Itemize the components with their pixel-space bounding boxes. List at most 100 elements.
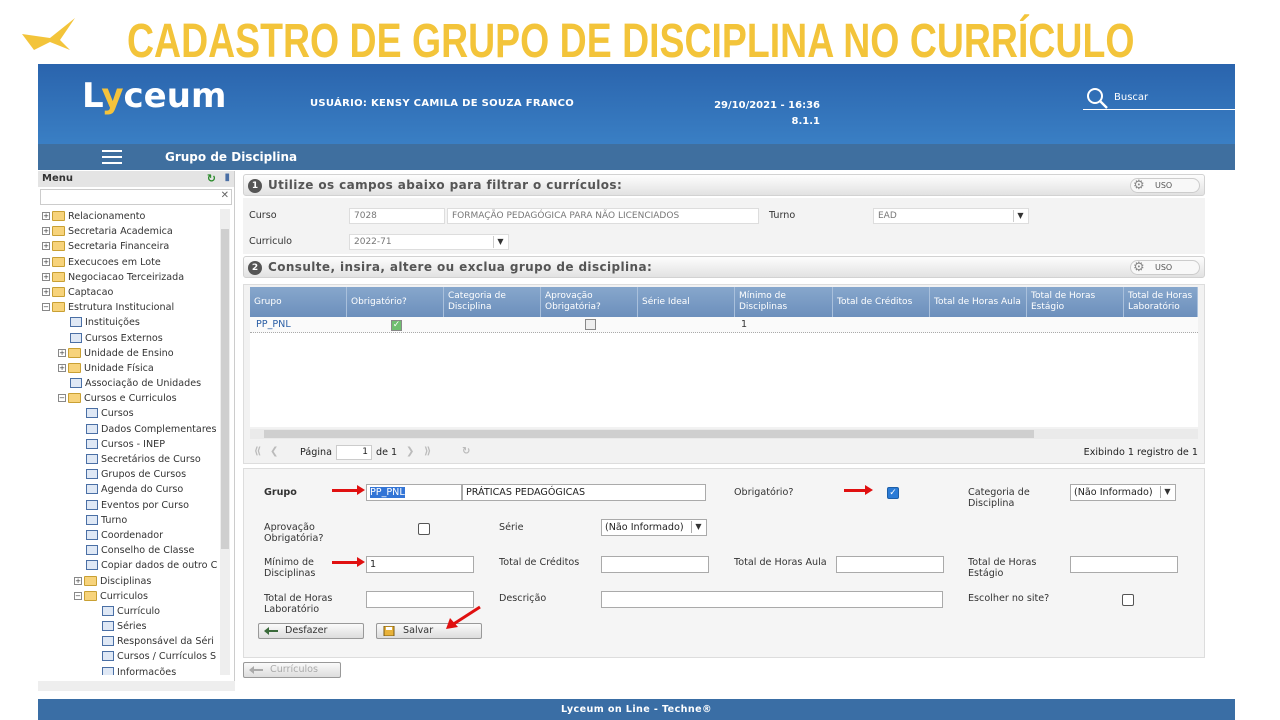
serie-select[interactable]: (Não Informado) ▼ xyxy=(601,519,707,536)
page-icon xyxy=(86,514,98,525)
first-page-icon[interactable]: ⟪ xyxy=(254,446,261,457)
sidebar-item[interactable]: Secretários de Curso xyxy=(38,452,223,467)
collapse-icon[interactable]: − xyxy=(74,591,82,600)
refresh-icon[interactable]: ↻ xyxy=(207,172,216,185)
column-header[interactable]: Obrigatório? xyxy=(347,287,444,317)
sidebar-item[interactable]: + Unidade Física xyxy=(38,361,223,376)
obrigatorio-checkbox[interactable]: ✓ xyxy=(887,487,899,499)
sidebar-item[interactable]: + Unidade de Ensino xyxy=(38,346,223,361)
expand-icon[interactable]: + xyxy=(42,242,50,251)
expand-icon[interactable]: + xyxy=(42,212,50,220)
save-icon xyxy=(383,626,395,636)
sidebar-item[interactable]: − Cursos e Curriculos xyxy=(38,391,223,406)
page-input[interactable]: 1 xyxy=(336,445,372,460)
sidebar-item[interactable]: + Captacao xyxy=(38,285,223,300)
grupo-name-input[interactable]: PRÁTICAS PEDAGÓGICAS xyxy=(462,484,706,501)
prev-page-icon[interactable]: ❮ xyxy=(270,446,278,457)
sidebar-item[interactable]: + Disciplinas xyxy=(38,574,223,589)
sidebar-hscrollbar[interactable] xyxy=(38,681,235,691)
expand-icon[interactable]: + xyxy=(42,257,50,266)
column-header[interactable]: Total de Horas Estágio xyxy=(1027,287,1124,317)
sidebar-item[interactable]: Cursos xyxy=(38,406,223,421)
sidebar-item[interactable]: Dados Complementares xyxy=(38,422,223,437)
categoria-select[interactable]: (Não Informado) ▼ xyxy=(1070,484,1176,501)
collapse-icon[interactable]: − xyxy=(42,303,50,312)
turno-select[interactable]: EAD ▼ xyxy=(873,208,1029,224)
sidebar-item[interactable]: − Curriculos xyxy=(38,589,223,604)
column-header[interactable]: Grupo xyxy=(250,287,347,317)
search-label: Buscar xyxy=(1114,92,1149,103)
expand-icon[interactable]: + xyxy=(42,287,50,296)
hamburger-menu-icon[interactable] xyxy=(102,150,122,164)
column-header[interactable]: Aprovação Obrigatória? xyxy=(541,287,638,317)
descricao-input[interactable] xyxy=(601,591,943,608)
search-box[interactable]: Buscar xyxy=(1083,86,1235,110)
collapse-icon[interactable]: − xyxy=(58,394,66,403)
sidebar-item[interactable]: + Execucoes em Lote xyxy=(38,255,223,270)
curriculos-back-button[interactable]: Currículos xyxy=(243,662,341,678)
sidebar-item[interactable]: Associação de Unidades xyxy=(38,376,223,391)
column-header[interactable]: Mínimo de Disciplinas xyxy=(735,287,833,317)
column-header[interactable]: Total de Créditos xyxy=(833,287,930,317)
grupo-code-input[interactable]: PP_PNL xyxy=(366,484,462,501)
sidebar-item[interactable]: + Negociacao Terceirizada xyxy=(38,270,223,285)
minimo-input[interactable]: 1 xyxy=(366,556,474,573)
uso-button[interactable]: ⚙ USO xyxy=(1130,260,1200,275)
creditos-input[interactable] xyxy=(601,556,709,573)
sidebar-item[interactable]: + Secretaria Academica xyxy=(38,224,223,239)
column-header[interactable]: Categoria de Disciplina xyxy=(444,287,541,317)
last-page-icon[interactable]: ⟫ xyxy=(424,446,431,457)
pin-icon[interactable]: ▮ xyxy=(224,172,230,183)
sidebar-item[interactable]: − Estrutura Institucional xyxy=(38,300,223,315)
sidebar-item[interactable]: Copiar dados de outro C xyxy=(38,558,223,573)
curso-name-input[interactable]: FORMAÇÃO PEDAGÓGICA PARA NÃO LICENCIADOS xyxy=(447,208,759,224)
expand-icon[interactable]: + xyxy=(58,363,66,372)
sidebar-tree: + Relacionamento + Secretaria Academica + Sec… xyxy=(38,209,223,675)
sidebar-search-input[interactable]: ✕ xyxy=(40,189,232,205)
table-cell xyxy=(833,317,930,333)
column-header[interactable]: Total de Horas Aula xyxy=(930,287,1027,317)
expand-icon[interactable]: + xyxy=(42,272,50,281)
next-page-icon[interactable]: ❯ xyxy=(406,446,414,457)
sidebar-item[interactable]: + Relacionamento xyxy=(38,209,223,224)
uso-button[interactable]: ⚙ USO xyxy=(1130,178,1200,193)
step-number: 2 xyxy=(248,261,262,275)
reload-icon[interactable]: ↻ xyxy=(462,446,470,457)
clear-icon[interactable]: ✕ xyxy=(221,190,229,201)
grupo-code-value: PP_PNL xyxy=(370,487,405,498)
horas-estagio-input[interactable] xyxy=(1070,556,1178,573)
expand-icon[interactable]: + xyxy=(42,227,50,236)
arrow-icon xyxy=(446,605,481,629)
table-row[interactable]: PP_PNL ✓ 1 xyxy=(250,317,1198,333)
desfazer-button[interactable]: Desfazer xyxy=(258,623,364,639)
sidebar-item[interactable]: Turno xyxy=(38,513,223,528)
grid-hscrollbar[interactable] xyxy=(250,429,1198,439)
serie-label: Série xyxy=(499,522,524,533)
user-info: USUÁRIO: KENSY CAMILA DE SOUZA FRANCO xyxy=(310,98,574,109)
sidebar-item[interactable]: Grupos de Cursos xyxy=(38,467,223,482)
sidebar-item[interactable]: Responsável da Séri xyxy=(38,634,223,649)
curso-code-input[interactable]: 7028 xyxy=(349,208,445,224)
sidebar-item[interactable]: Conselho de Classe xyxy=(38,543,223,558)
horas-aula-input[interactable] xyxy=(836,556,944,573)
sidebar-scrollbar[interactable] xyxy=(220,209,230,675)
sidebar-item[interactable]: Coordenador xyxy=(38,528,223,543)
sidebar-item[interactable]: Eventos por Curso xyxy=(38,498,223,513)
site-checkbox[interactable] xyxy=(1122,594,1134,606)
page-icon xyxy=(102,651,114,662)
aprovacao-checkbox[interactable] xyxy=(418,523,430,535)
sidebar-item[interactable]: + Secretaria Financeira xyxy=(38,239,223,254)
sidebar-item[interactable]: Cursos Externos xyxy=(38,331,223,346)
sidebar-item[interactable]: Agenda do Curso xyxy=(38,482,223,497)
expand-icon[interactable]: + xyxy=(74,576,82,585)
sidebar-item[interactable]: Séries xyxy=(38,619,223,634)
expand-icon[interactable]: + xyxy=(58,348,66,357)
column-header[interactable]: Total de Horas Laboratório xyxy=(1124,287,1198,317)
sidebar-item[interactable]: Cursos - INEP xyxy=(38,437,223,452)
curriculo-select[interactable]: 2022-71 ▼ xyxy=(349,234,509,250)
sidebar-item[interactable]: Currículo xyxy=(38,604,223,619)
sidebar-item[interactable]: Informações xyxy=(38,665,223,675)
sidebar-item[interactable]: Instituições xyxy=(38,315,223,330)
column-header[interactable]: Série Ideal xyxy=(638,287,735,317)
sidebar-item[interactable]: Cursos / Currículos S xyxy=(38,649,223,664)
